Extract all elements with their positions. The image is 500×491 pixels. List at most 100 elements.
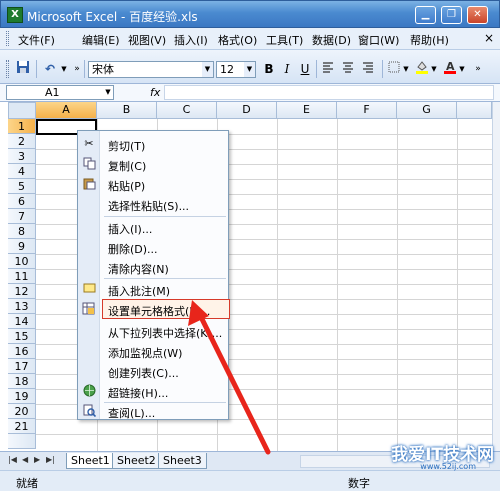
menu-insert[interactable]: 插入(I) [174,32,208,48]
row-header[interactable]: 16 [8,344,36,359]
excel-icon[interactable]: X [7,7,23,23]
undo-dropdown-icon[interactable]: ▼ [60,60,68,78]
row-header[interactable]: 14 [8,314,36,329]
borders-icon[interactable] [386,60,402,78]
row-header[interactable]: 1 [8,119,36,134]
menu-edit[interactable]: 编辑(E) [82,32,120,48]
menu-item-create-list[interactable]: 创建列表(C)... [78,361,228,381]
restore-icon[interactable]: ❐ [441,6,462,24]
row-header[interactable]: 17 [8,359,36,374]
align-center-icon[interactable] [340,60,356,78]
toolbar-options-icon[interactable]: » [72,60,82,78]
menu-window[interactable]: 窗口(W) [358,32,399,48]
next-sheet-icon[interactable]: ▶ [34,455,40,464]
menu-item-format-cells[interactable]: 设置单元格格式(F)... [102,299,230,319]
row-header[interactable]: 18 [8,374,36,389]
column-header[interactable]: D [217,102,277,119]
borders-dropdown-icon[interactable]: ▼ [402,60,410,78]
menu-item-paste-special[interactable]: 选择性粘贴(S)... [78,194,228,214]
row-header[interactable]: 3 [8,149,36,164]
menu-item-lookup[interactable]: 查阅(L)... [78,401,228,421]
grid-line [277,119,278,451]
font-size-select[interactable]: 12 ▼ [216,61,256,78]
menu-item-cut[interactable]: ✂ 剪切(T) [78,134,228,154]
row-header[interactable]: 11 [8,269,36,284]
row-header[interactable]: 10 [8,254,36,269]
spreadsheet-grid[interactable]: A B C D E F G 1 2 3 4 5 6 7 8 9 10 11 12… [0,102,492,451]
column-header[interactable]: E [277,102,337,119]
sheet-tab-sheet1[interactable]: Sheet1 [66,453,115,469]
row-header[interactable]: 6 [8,194,36,209]
font-name-select[interactable]: 宋体 ▼ [88,61,214,78]
formula-input[interactable] [164,85,494,100]
chevron-down-icon[interactable]: ▼ [202,62,213,77]
menu-item-add-watch[interactable]: 添加监视点(W) [78,341,228,361]
row-header[interactable]: 15 [8,329,36,344]
chevron-down-icon[interactable]: ▼ [103,86,113,99]
align-right-icon[interactable] [360,60,376,78]
menu-item-label: 选择性粘贴(S)... [108,200,190,213]
font-color-dropdown-icon[interactable]: ▼ [458,60,466,78]
undo-icon[interactable]: ↶ [40,60,60,78]
menu-data[interactable]: 数据(D) [312,32,351,48]
minimize-icon[interactable]: ▁ [415,6,436,24]
menu-help[interactable]: 帮助(H) [410,32,449,48]
first-sheet-icon[interactable]: |◀ [8,455,17,464]
menu-item-copy[interactable]: 复制(C) [78,154,228,174]
row-header[interactable]: 2 [8,134,36,149]
column-header[interactable]: G [397,102,457,119]
column-header[interactable]: B [97,102,157,119]
select-all-button[interactable] [8,102,36,119]
menu-item-hyperlink[interactable]: 超链接(H)... [78,381,228,401]
toolbar-grip[interactable] [6,60,9,78]
close-document-icon[interactable]: × [484,31,494,45]
row-header[interactable]: 4 [8,164,36,179]
menu-item-delete[interactable]: 删除(D)... [78,237,228,257]
row-header[interactable]: 5 [8,179,36,194]
fill-color-dropdown-icon[interactable]: ▼ [430,60,438,78]
function-icon[interactable]: fx [150,86,160,99]
column-header[interactable]: C [157,102,217,119]
menu-item-clear-contents[interactable]: 清除内容(N) [78,257,228,277]
vertical-scrollbar[interactable] [492,102,500,451]
toolbar-more-icon[interactable]: » [472,60,484,78]
prev-sheet-icon[interactable]: ◀ [22,455,28,464]
menu-item-insert[interactable]: 插入(I)... [78,217,228,237]
font-color-icon[interactable]: A [442,60,458,78]
italic-button[interactable]: I [280,60,294,78]
menu-format[interactable]: 格式(O) [218,32,257,48]
sheet-tab-sheet3[interactable]: Sheet3 [158,453,207,469]
row-header[interactable]: 9 [8,239,36,254]
row-header[interactable]: 21 [8,419,36,434]
row-header[interactable]: 19 [8,389,36,404]
close-icon[interactable]: ✕ [467,6,488,24]
row-header[interactable]: 20 [8,404,36,419]
row-header[interactable]: 12 [8,284,36,299]
row-header[interactable]: 13 [8,299,36,314]
row-header[interactable]: 8 [8,224,36,239]
menu-item-insert-comment[interactable]: 插入批注(M) [78,279,228,299]
context-menu: ✂ 剪切(T) 复制(C) 粘贴(P) 选择性粘贴(S)... 插入(I)...… [77,130,230,421]
column-header[interactable] [457,102,492,119]
menu-item-pick-from-list[interactable]: 从下拉列表中选择(K)... [78,321,228,341]
lookup-icon [82,404,96,418]
menu-item-label: 插入(I)... [108,223,153,236]
menu-file[interactable]: 文件(F) [18,32,55,48]
name-box[interactable]: A1 ▼ [6,85,114,100]
row-header[interactable] [8,434,36,449]
underline-button[interactable]: U [298,60,312,78]
menu-tools[interactable]: 工具(T) [266,32,303,48]
column-header[interactable]: F [337,102,397,119]
bold-button[interactable]: B [262,60,276,78]
sheet-tab-sheet2[interactable]: Sheet2 [112,453,161,469]
row-header[interactable]: 7 [8,209,36,224]
column-header[interactable]: A [36,102,97,119]
align-left-icon[interactable] [320,60,336,78]
menubar-grip[interactable] [6,31,9,46]
menu-view[interactable]: 视图(V) [128,32,166,48]
menu-item-paste[interactable]: 粘贴(P) [78,174,228,194]
last-sheet-icon[interactable]: ▶| [46,455,55,464]
fill-color-icon[interactable] [414,60,430,78]
chevron-down-icon[interactable]: ▼ [244,62,255,77]
save-icon[interactable] [14,60,32,78]
